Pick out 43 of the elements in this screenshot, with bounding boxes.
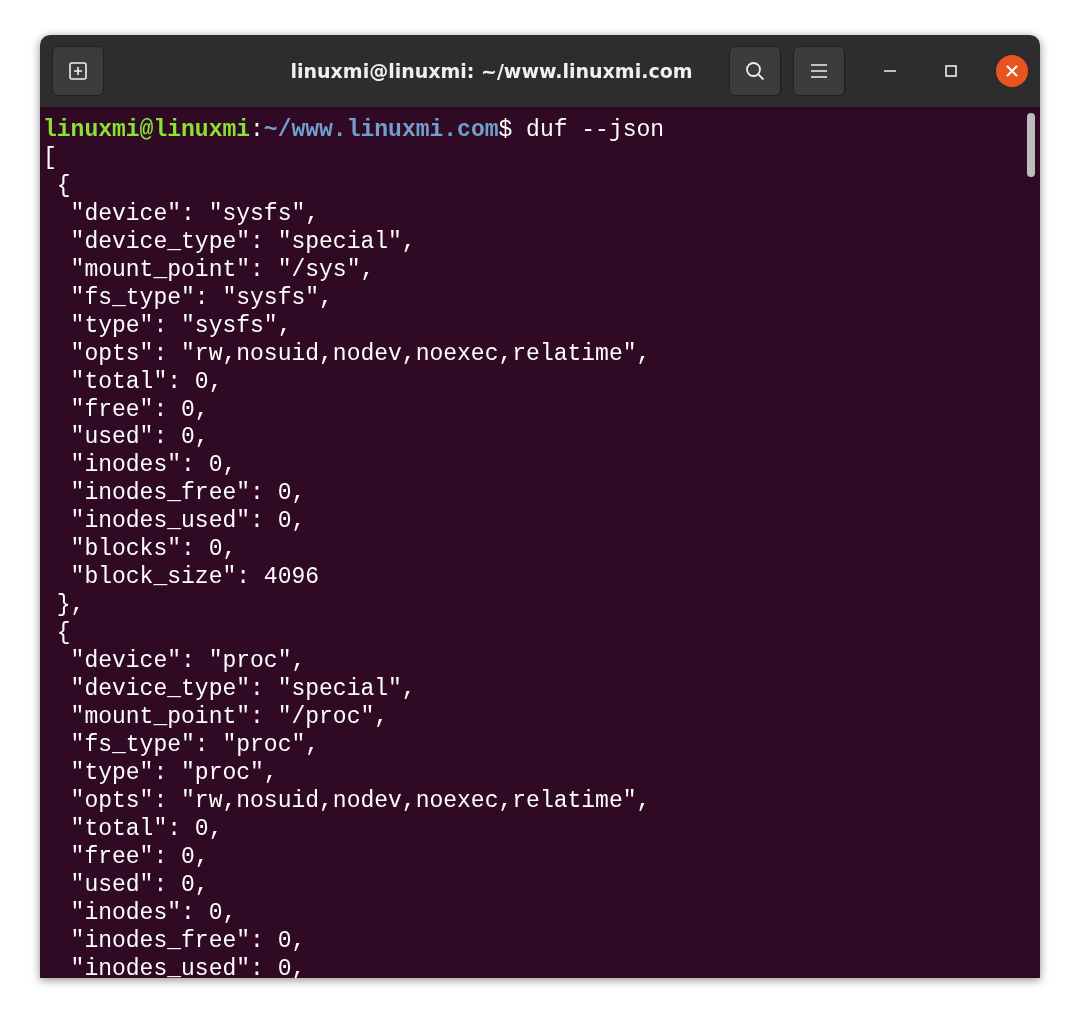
output-line: "inodes_free": 0,: [69, 927, 306, 956]
output-line: "opts": "rw,nosuid,nodev,noexec,relatime",: [69, 340, 651, 369]
search-button[interactable]: [729, 46, 781, 96]
output-line: "fs_type": "sysfs",: [69, 284, 333, 313]
maximize-icon: [945, 65, 957, 77]
output-line: "device": "proc",: [69, 648, 306, 677]
prompt-line: linuxmi@linuxmi:~/www.linuxmi.com$ duf --json: [43, 117, 665, 145]
new-tab-icon: [68, 62, 88, 80]
output-line: "type": "sysfs",: [69, 312, 292, 341]
menu-button[interactable]: [793, 46, 845, 96]
output-line: "used": 0,: [69, 424, 209, 453]
close-button[interactable]: [996, 55, 1028, 87]
output-line: [: [43, 144, 57, 173]
output-line: "inodes": 0,: [69, 452, 237, 481]
output-line: "inodes": 0,: [69, 899, 237, 928]
output-line: "inodes_free": 0,: [69, 480, 306, 509]
window-title: linuxmi@linuxmi: ~/www.linuxmi.com: [289, 60, 694, 82]
minimize-icon: [884, 70, 896, 72]
output-line: "free": 0,: [69, 843, 209, 872]
output-line: "opts": "rw,nosuid,nodev,noexec,relatime",: [69, 787, 651, 816]
output-line: "blocks": 0,: [69, 536, 237, 565]
output-line: "block_size": 4096: [69, 564, 320, 593]
search-icon: [745, 61, 765, 81]
output-line: "device_type": "special",: [69, 228, 416, 257]
output-line: "total": 0,: [69, 368, 223, 397]
output-line: "fs_type": "proc",: [69, 731, 320, 760]
output-line: "inodes_used": 0,: [69, 508, 306, 537]
output-line: "mount_point": "/proc",: [69, 704, 389, 732]
scrollbar-thumb[interactable]: [1027, 113, 1035, 177]
menu-icon: [811, 64, 827, 78]
output-line: "mount_point": "/sys",: [69, 256, 375, 285]
output-line: },: [55, 592, 85, 621]
output-line: "type": "proc",: [69, 759, 278, 788]
new-tab-button[interactable]: [52, 46, 104, 96]
output-line: "free": 0,: [69, 396, 209, 425]
output-line: "inodes_used": 0,: [69, 955, 306, 978]
output-line: "used": 0,: [69, 871, 209, 900]
output-line: "total": 0,: [69, 815, 223, 844]
output-line: {: [55, 172, 71, 201]
output-line: {: [55, 620, 71, 649]
close-icon: [1006, 65, 1018, 77]
output-line: "device": "sysfs",: [69, 200, 320, 229]
output-line: "device_type": "special",: [69, 676, 416, 704]
